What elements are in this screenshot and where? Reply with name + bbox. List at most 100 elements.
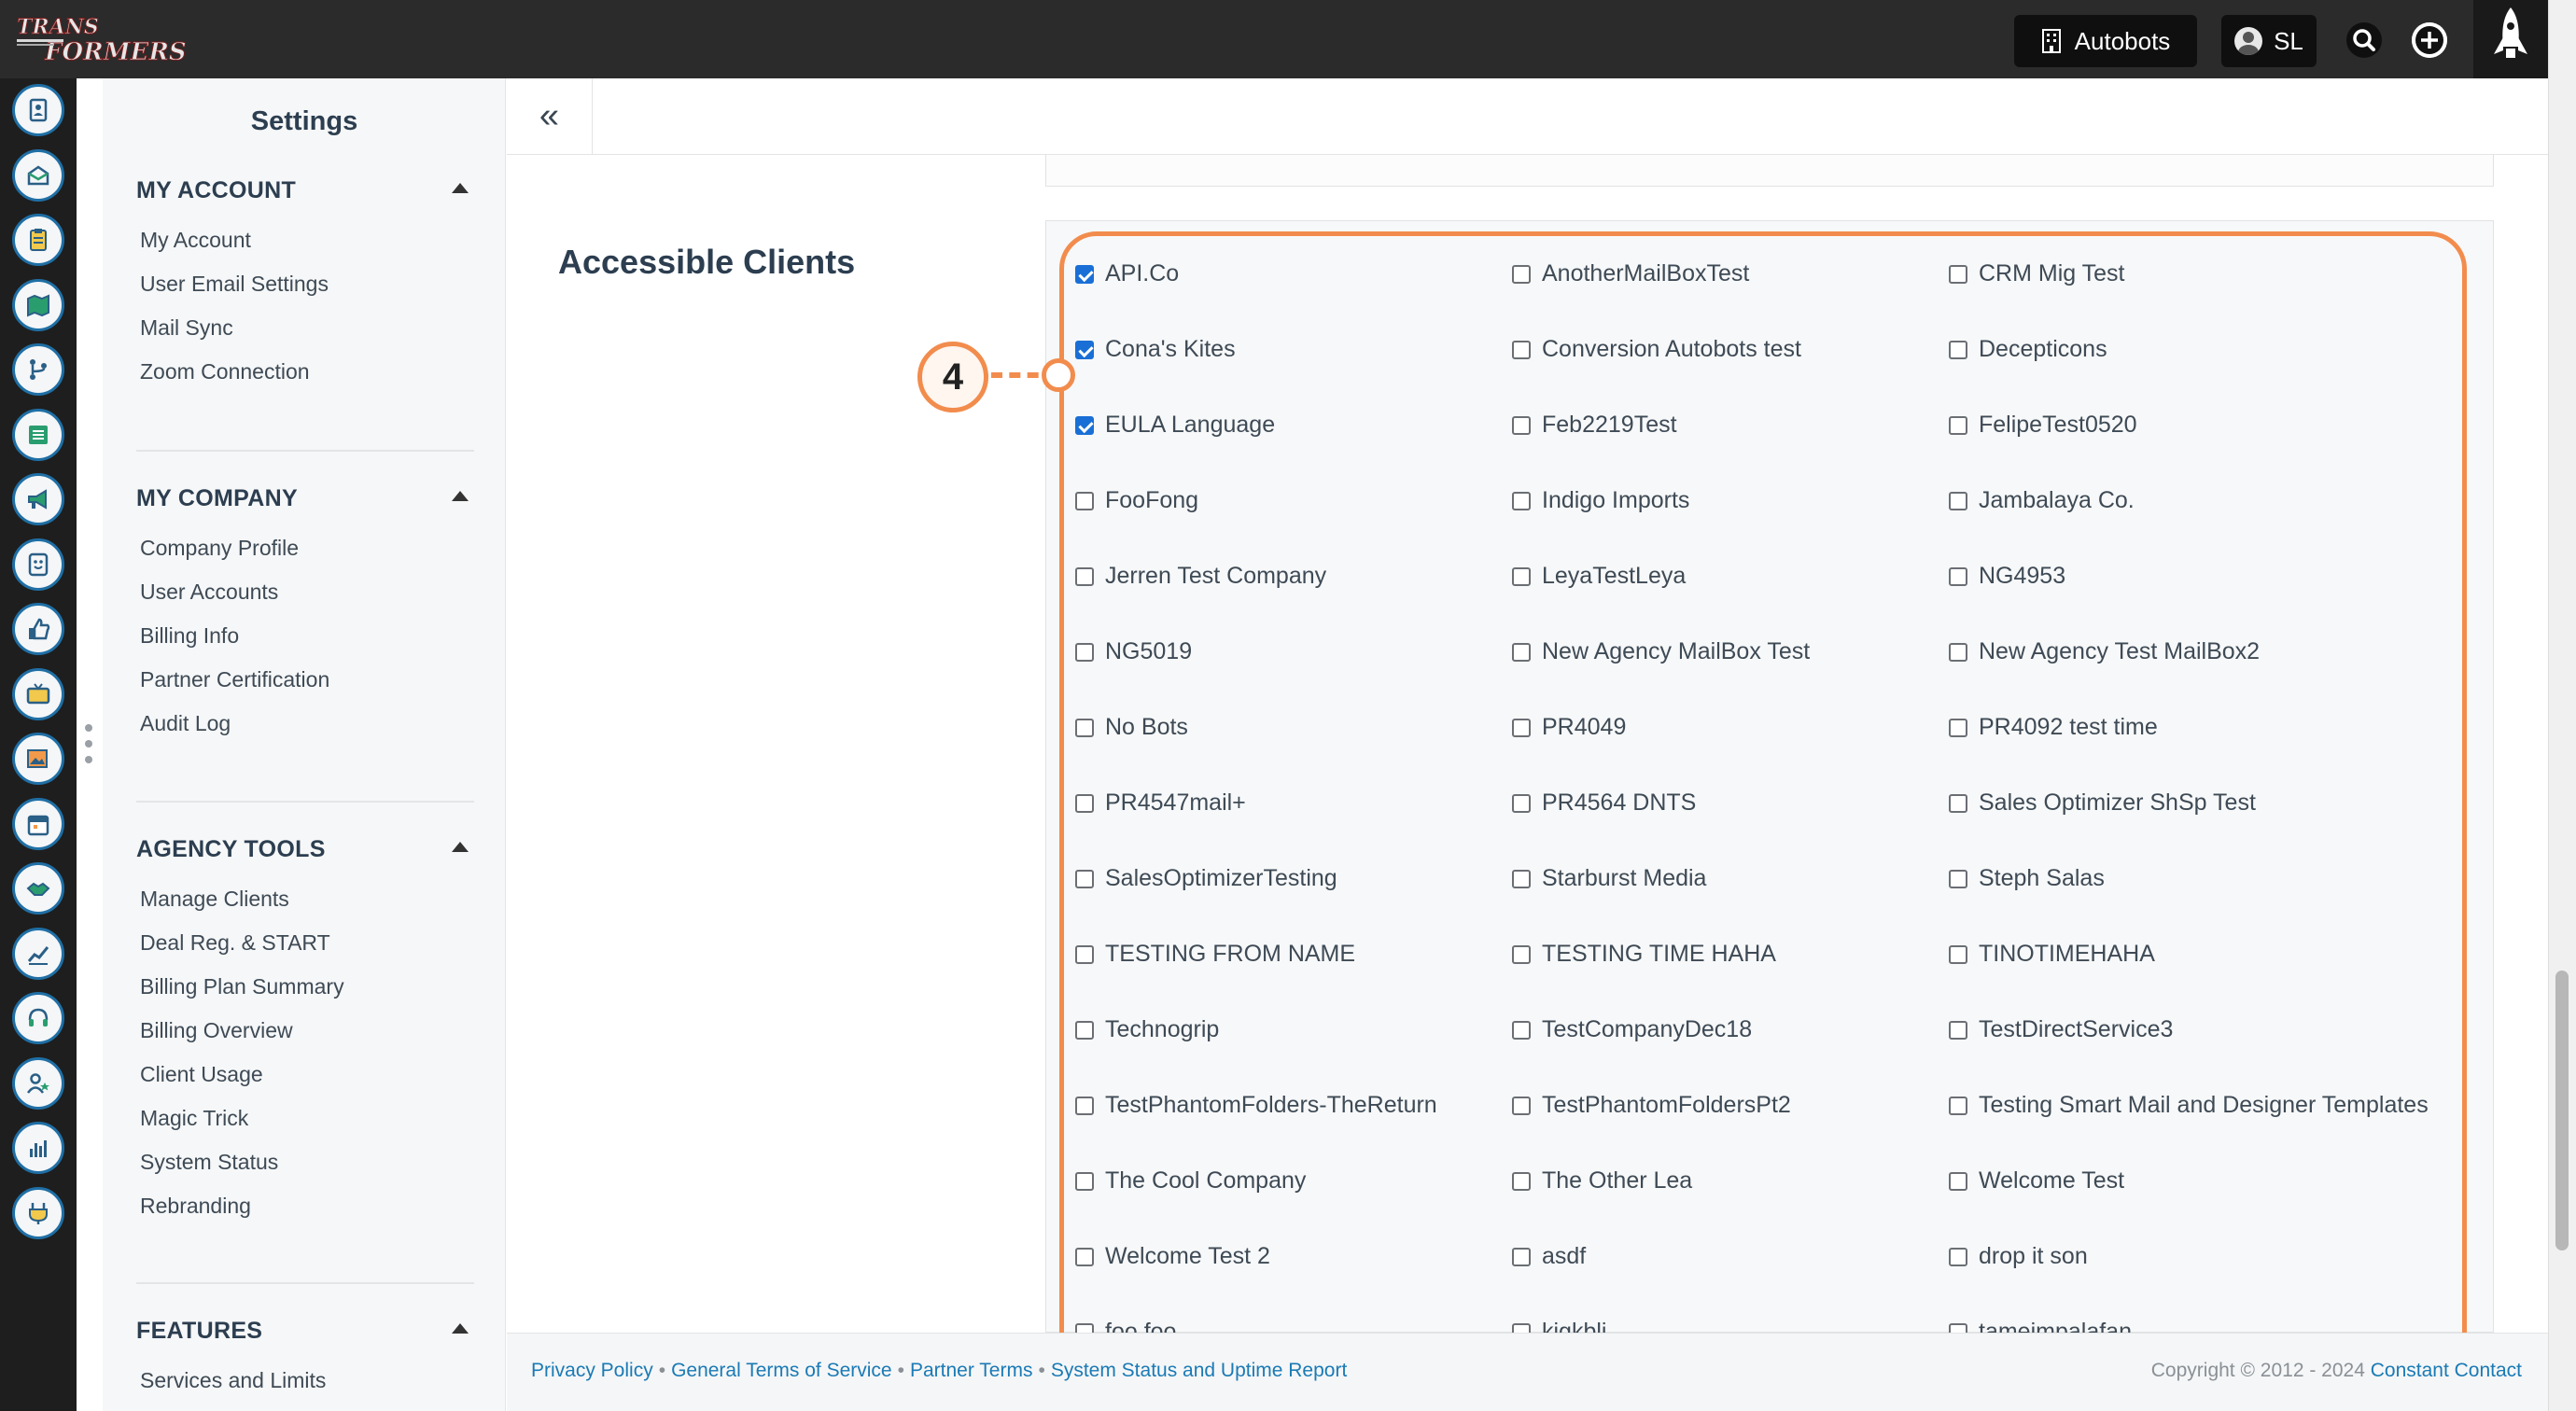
client-checkbox-item[interactable]: FooFong: [1075, 463, 1512, 538]
client-checkbox-item[interactable]: asdf: [1512, 1219, 1949, 1294]
rail-app-button[interactable]: [12, 603, 64, 655]
client-checkbox-item[interactable]: Decepticons: [1949, 312, 2457, 387]
checkbox-unchecked[interactable]: [1949, 793, 1967, 813]
sidebar-item-system-status[interactable]: System Status: [136, 1140, 474, 1184]
checkbox-unchecked[interactable]: [1075, 1247, 1094, 1266]
client-checkbox-item[interactable]: Technogrip: [1075, 992, 1512, 1068]
client-checkbox-item[interactable]: Jerren Test Company: [1075, 538, 1512, 614]
client-checkbox-item[interactable]: Sales Optimizer ShSp Test: [1949, 765, 2457, 841]
footer-link-partner-terms[interactable]: Partner Terms: [910, 1360, 1033, 1382]
checkbox-unchecked[interactable]: [1075, 642, 1094, 662]
checkbox-unchecked[interactable]: [1512, 944, 1531, 964]
sidebar-item-manage-clients[interactable]: Manage Clients: [136, 877, 474, 921]
client-checkbox-item[interactable]: PR4049: [1512, 690, 1949, 765]
client-checkbox-item[interactable]: Cona's Kites: [1075, 312, 1512, 387]
client-checkbox-item[interactable]: The Other Lea: [1512, 1143, 1949, 1219]
client-checkbox-item[interactable]: EULA Language: [1075, 387, 1512, 463]
section-header-my-company[interactable]: MY COMPANY: [136, 480, 474, 517]
checkbox-unchecked[interactable]: [1075, 944, 1094, 964]
client-checkbox-item[interactable]: TINOTIMEHAHA: [1949, 916, 2457, 992]
sidebar-item-deal-reg[interactable]: Deal Reg. & START: [136, 921, 474, 965]
checkbox-unchecked[interactable]: [1075, 1096, 1094, 1115]
checkbox-checked[interactable]: [1075, 340, 1094, 359]
checkbox-unchecked[interactable]: [1949, 264, 1967, 284]
sidebar-item-billing-info[interactable]: Billing Info: [136, 614, 474, 658]
client-checkbox-item[interactable]: TestPhantomFolders-TheReturn: [1075, 1068, 1512, 1143]
checkbox-unchecked[interactable]: [1512, 793, 1531, 813]
checkbox-unchecked[interactable]: [1512, 491, 1531, 510]
checkbox-unchecked[interactable]: [1512, 642, 1531, 662]
client-checkbox-item[interactable]: Conversion Autobots test: [1512, 312, 1949, 387]
client-checkbox-item[interactable]: PR4547mail+: [1075, 765, 1512, 841]
checkbox-unchecked[interactable]: [1075, 566, 1094, 586]
client-checkbox-item[interactable]: drop it son: [1949, 1219, 2457, 1294]
sidebar-item-my-account[interactable]: My Account: [136, 218, 474, 262]
client-checkbox-item[interactable]: API.Co: [1075, 236, 1512, 312]
sidebar-item-zoom-connection[interactable]: Zoom Connection: [136, 350, 474, 394]
checkbox-unchecked[interactable]: [1949, 944, 1967, 964]
checkbox-unchecked[interactable]: [1075, 793, 1094, 813]
section-header-agency-tools[interactable]: AGENCY TOOLS: [136, 831, 474, 868]
client-checkbox-item[interactable]: Indigo Imports: [1512, 463, 1949, 538]
transformers-logo[interactable]: TRANS FORMERS: [15, 13, 192, 67]
client-checkbox-item[interactable]: TESTING TIME HAHA: [1512, 916, 1949, 992]
client-checkbox-item[interactable]: NG5019: [1075, 614, 1512, 690]
checkbox-unchecked[interactable]: [1075, 1020, 1094, 1040]
client-checkbox-item[interactable]: Steph Salas: [1949, 841, 2457, 916]
sidebar-item-user-email-settings[interactable]: User Email Settings: [136, 262, 474, 306]
rail-app-button[interactable]: [12, 343, 64, 396]
checkbox-unchecked[interactable]: [1949, 566, 1967, 586]
client-checkbox-item[interactable]: Testing Smart Mail and Designer Template…: [1949, 1068, 2457, 1143]
rail-app-button[interactable]: [12, 733, 64, 785]
rail-app-button[interactable]: [12, 473, 64, 525]
checkbox-checked[interactable]: [1075, 264, 1094, 284]
footer-link-system-status[interactable]: System Status and Uptime Report: [1051, 1360, 1347, 1382]
client-checkbox-item[interactable]: PR4092 test time: [1949, 690, 2457, 765]
footer-link-privacy-policy[interactable]: Privacy Policy: [531, 1360, 653, 1382]
client-checkbox-item[interactable]: PR4564 DNTS: [1512, 765, 1949, 841]
rail-app-button[interactable]: [12, 278, 64, 331]
checkbox-unchecked[interactable]: [1075, 718, 1094, 737]
rail-app-button[interactable]: [12, 1186, 64, 1239]
launch-button[interactable]: [2473, 0, 2548, 78]
caret-up-icon[interactable]: [452, 183, 469, 193]
client-checkbox-item[interactable]: Welcome Test 2: [1075, 1219, 1512, 1294]
client-checkbox-item[interactable]: Feb2219Test: [1512, 387, 1949, 463]
clients-list-viewport[interactable]: API.Co AnotherMailBoxTest CRM Mig Test Cona…: [1064, 236, 2462, 1411]
checkbox-unchecked[interactable]: [1949, 642, 1967, 662]
client-checkbox-item[interactable]: New Agency Test MailBox2: [1949, 614, 2457, 690]
rail-app-button[interactable]: [12, 992, 64, 1044]
sidebar-item-billing-overview[interactable]: Billing Overview: [136, 1009, 474, 1053]
rail-app-button[interactable]: [12, 408, 64, 461]
client-checkbox-item[interactable]: No Bots: [1075, 690, 1512, 765]
rail-app-button[interactable]: [12, 1056, 64, 1110]
sidebar-item-rebranding[interactable]: Rebranding: [136, 1184, 474, 1228]
client-checkbox-item[interactable]: LeyaTestLeya: [1512, 538, 1949, 614]
checkbox-unchecked[interactable]: [1949, 491, 1967, 510]
checkbox-unchecked[interactable]: [1512, 340, 1531, 359]
rail-app-button[interactable]: [12, 667, 64, 720]
checkbox-unchecked[interactable]: [1512, 566, 1531, 586]
sidebar-item-mail-sync[interactable]: Mail Sync: [136, 306, 474, 350]
client-checkbox-item[interactable]: AnotherMailBoxTest: [1512, 236, 1949, 312]
rail-resize-handle-icon[interactable]: [82, 720, 95, 767]
checkbox-unchecked[interactable]: [1075, 869, 1094, 888]
client-checkbox-item[interactable]: TestPhantomFoldersPt2: [1512, 1068, 1949, 1143]
client-checkbox-item[interactable]: The Cool Company: [1075, 1143, 1512, 1219]
checkbox-unchecked[interactable]: [1512, 1020, 1531, 1040]
rail-app-button[interactable]: [12, 538, 64, 591]
caret-up-icon[interactable]: [452, 1323, 469, 1334]
section-header-my-account[interactable]: MY ACCOUNT: [136, 172, 474, 209]
checkbox-unchecked[interactable]: [1075, 491, 1094, 510]
sidebar-item-audit-log[interactable]: Audit Log: [136, 702, 474, 746]
rail-app-button[interactable]: [12, 214, 64, 266]
checkbox-unchecked[interactable]: [1949, 869, 1967, 888]
collapse-sidebar-button[interactable]: «: [507, 78, 593, 155]
checkbox-unchecked[interactable]: [1949, 718, 1967, 737]
sidebar-item-user-accounts[interactable]: User Accounts: [136, 570, 474, 614]
client-checkbox-item[interactable]: TestCompanyDec18: [1512, 992, 1949, 1068]
checkbox-unchecked[interactable]: [1949, 415, 1967, 435]
rail-app-button[interactable]: [12, 148, 64, 202]
checkbox-unchecked[interactable]: [1949, 1171, 1967, 1191]
sidebar-item-magic-trick[interactable]: Magic Trick: [136, 1097, 474, 1140]
